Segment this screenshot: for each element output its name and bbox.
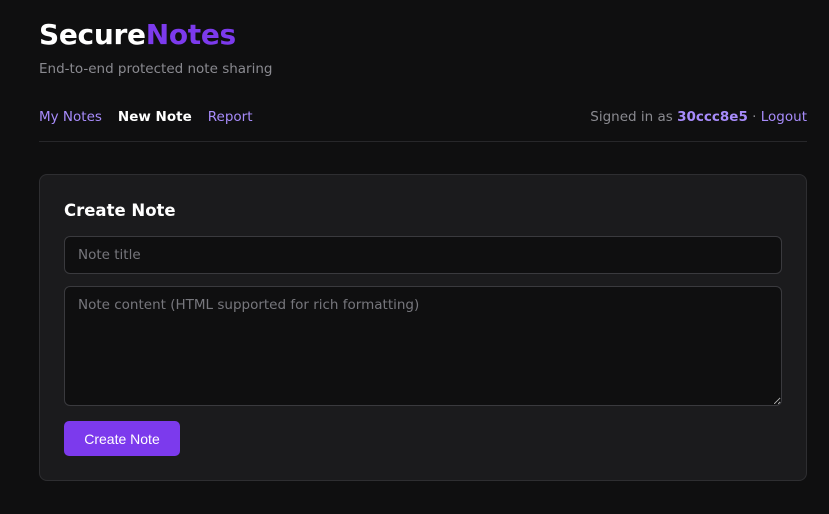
note-title-input[interactable] bbox=[64, 236, 782, 274]
create-note-button[interactable]: Create Note bbox=[64, 421, 180, 456]
app-root: SecureNotes End-to-end protected note sh… bbox=[0, 0, 829, 514]
logo-part-notes: Notes bbox=[145, 18, 237, 51]
logo-part-secure: Secure bbox=[39, 18, 146, 51]
note-content-textarea[interactable] bbox=[64, 286, 782, 406]
header-divider bbox=[39, 141, 807, 142]
session-info: Signed in as 30ccc8e5 · Logout bbox=[590, 108, 807, 126]
nav-link-report[interactable]: Report bbox=[208, 108, 253, 126]
signed-in-label: Signed in as bbox=[590, 109, 673, 125]
app-logo: SecureNotes bbox=[39, 18, 236, 52]
create-note-card: Create Note Create Note bbox=[39, 174, 807, 481]
separator-dot: · bbox=[752, 109, 757, 125]
nav-link-my-notes[interactable]: My Notes bbox=[39, 108, 102, 126]
card-heading: Create Note bbox=[64, 201, 176, 220]
main-nav: My Notes New Note Report bbox=[39, 108, 253, 126]
logout-link[interactable]: Logout bbox=[761, 109, 807, 125]
app-tagline: End-to-end protected note sharing bbox=[39, 61, 273, 77]
username: 30ccc8e5 bbox=[677, 109, 748, 125]
nav-link-new-note[interactable]: New Note bbox=[118, 108, 192, 126]
